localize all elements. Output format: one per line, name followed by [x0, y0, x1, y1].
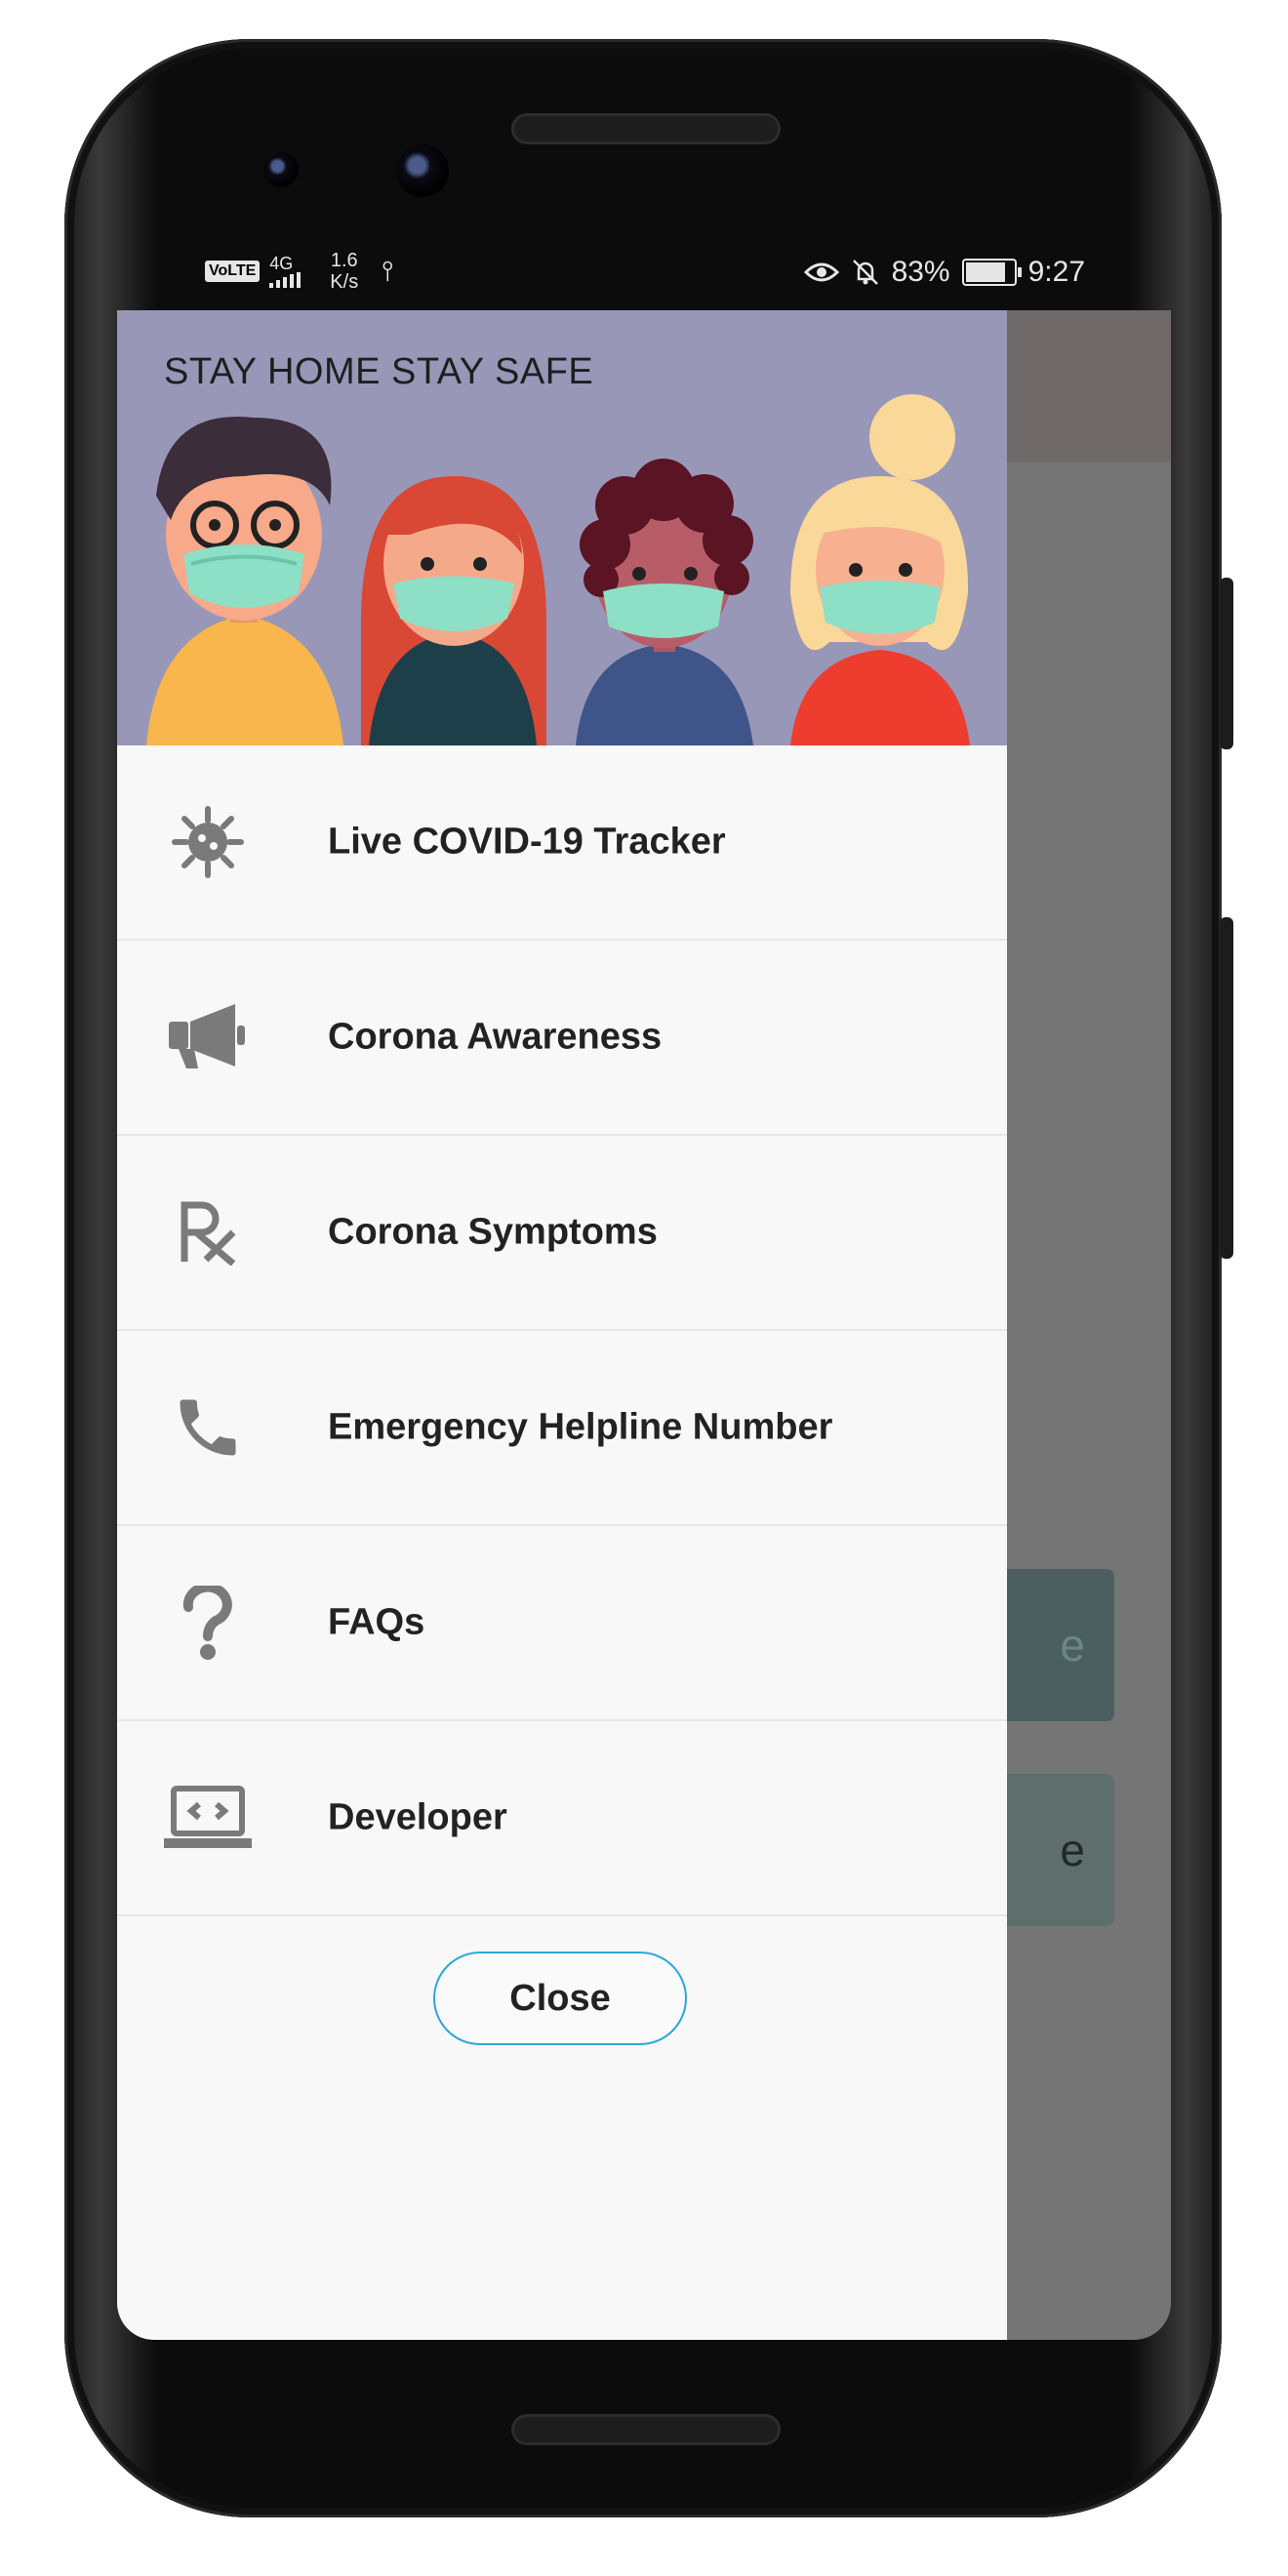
volte-indicator: VoLTE — [205, 261, 261, 282]
app-screen: e e STAY HOME STAY SAFE Live COVID-19 Tr… — [117, 310, 1171, 2340]
signal-icon: 4G — [269, 255, 306, 288]
drawer-item-label: Corona Symptoms — [328, 1211, 658, 1253]
mute-notification-icon — [852, 260, 878, 285]
drawer-item-live-tracker[interactable]: Live COVID-19 Tracker — [117, 745, 1007, 941]
battery-icon — [961, 259, 1022, 286]
front-camera — [396, 144, 449, 197]
drawer-item-developer[interactable]: Developer — [117, 1721, 1007, 1916]
power-button — [1220, 578, 1233, 749]
virus-icon — [164, 798, 252, 886]
drawer-item-label: Corona Awareness — [328, 1016, 663, 1058]
drawer-item-helpline[interactable]: Emergency Helpline Number — [117, 1331, 1007, 1526]
laptop-code-icon — [164, 1774, 252, 1862]
header-tagline: STAY HOME STAY SAFE — [164, 351, 594, 392]
question-icon — [164, 1579, 252, 1667]
phone-icon — [164, 1384, 252, 1471]
eye-icon — [803, 262, 839, 282]
drawer-item-symptoms[interactable]: Corona Symptoms — [117, 1136, 1007, 1331]
drawer-header: STAY HOME STAY SAFE — [117, 310, 1007, 745]
close-button[interactable]: Close — [433, 1952, 687, 2045]
earpiece-speaker — [511, 113, 781, 144]
usb-icon: ⫯ — [382, 255, 394, 286]
masked-people-illustration — [146, 394, 970, 745]
network-speed: 1.6 K/s — [330, 250, 359, 293]
bottom-speaker — [511, 2414, 781, 2445]
drawer-item-label: Live COVID-19 Tracker — [328, 821, 726, 863]
drawer-item-label: Emergency Helpline Number — [328, 1406, 833, 1448]
drawer-item-label: Developer — [328, 1796, 507, 1838]
drawer-item-label: FAQs — [328, 1601, 425, 1643]
volume-button — [1220, 917, 1233, 1259]
drawer-item-faqs[interactable]: FAQs — [117, 1526, 1007, 1721]
clock: 9:27 — [1027, 256, 1085, 288]
battery-percent: 83% — [891, 256, 950, 288]
status-bar: VoLTE 4G 1.6 K/s ⫯ 83% 9:27 — [117, 242, 1103, 304]
megaphone-icon — [164, 993, 252, 1081]
front-sensor — [263, 152, 299, 187]
prescription-icon — [164, 1188, 252, 1276]
drawer-item-awareness[interactable]: Corona Awareness — [117, 941, 1007, 1136]
navigation-drawer: STAY HOME STAY SAFE Live COVID-19 Tracke… — [117, 310, 1007, 2340]
